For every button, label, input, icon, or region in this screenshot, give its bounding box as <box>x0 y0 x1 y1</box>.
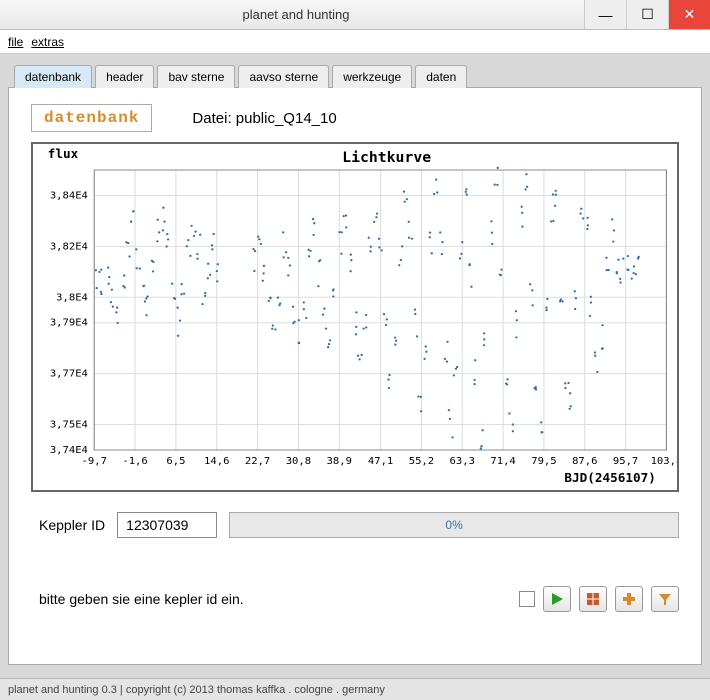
lightcurve-chart: -9,7 -1,6 6,5 14,6 22,7 30,8 38,9 47,1 55,2 63,3 7… <box>31 142 679 492</box>
svg-text:47,1: 47,1 <box>368 455 393 467</box>
plus-icon <box>622 592 636 606</box>
menu-extras[interactable]: extras <box>31 35 64 49</box>
svg-text:-9,7: -9,7 <box>82 455 107 467</box>
window-controls: — ☐ ✕ <box>584 0 710 29</box>
datenbank-badge: datenbank <box>31 104 152 132</box>
menu-file[interactable]: file <box>8 35 23 49</box>
svg-text:3,74E4: 3,74E4 <box>50 444 88 456</box>
svg-text:Lichtkurve: Lichtkurve <box>342 150 431 166</box>
svg-text:3,75E4: 3,75E4 <box>50 419 88 431</box>
svg-text:6,5: 6,5 <box>166 455 185 467</box>
tab-header[interactable]: header <box>95 65 154 88</box>
grid-button[interactable] <box>579 586 607 612</box>
svg-text:3,82E4: 3,82E4 <box>50 241 88 253</box>
window-title: planet and hunting <box>8 7 584 22</box>
content-area: datenbank header bav sterne aavso sterne… <box>0 54 710 678</box>
tab-bav-sterne[interactable]: bav sterne <box>157 65 235 88</box>
funnel-icon <box>658 592 672 606</box>
menubar: file extras <box>0 30 710 54</box>
play-button[interactable] <box>543 586 571 612</box>
add-button[interactable] <box>615 586 643 612</box>
filter-button[interactable] <box>651 586 679 612</box>
svg-text:BJD(2456107): BJD(2456107) <box>564 471 655 485</box>
bottom-row: bitte geben sie eine kepler id ein. <box>31 586 679 612</box>
tab-aavso-sterne[interactable]: aavso sterne <box>238 65 329 88</box>
maximize-button[interactable]: ☐ <box>626 0 668 29</box>
play-icon <box>550 592 564 606</box>
svg-text:3,84E4: 3,84E4 <box>50 190 88 202</box>
tab-daten[interactable]: daten <box>415 65 467 88</box>
keppler-id-input[interactable] <box>117 512 217 538</box>
close-button[interactable]: ✕ <box>668 0 710 29</box>
svg-text:-1,6: -1,6 <box>122 455 147 467</box>
checkbox[interactable] <box>519 591 535 607</box>
panel-datenbank: datenbank Datei: public_Q14_10 -9,7 -1,6 6… <box>8 87 702 665</box>
tabstrip: datenbank header bav sterne aavso sterne… <box>14 64 702 87</box>
status-text: planet and hunting 0.3 | copyright (c) 2… <box>8 684 385 696</box>
svg-text:22,7: 22,7 <box>245 455 270 467</box>
svg-text:63,3: 63,3 <box>450 455 475 467</box>
svg-text:3,77E4: 3,77E4 <box>50 368 88 380</box>
svg-text:14,6: 14,6 <box>204 455 229 467</box>
svg-text:71,4: 71,4 <box>490 455 515 467</box>
grid-icon <box>586 592 600 606</box>
svg-text:103,8: 103,8 <box>651 455 677 467</box>
datei-label: Datei: public_Q14_10 <box>192 110 336 127</box>
svg-text:87,6: 87,6 <box>572 455 597 467</box>
hint-text: bitte geben sie eine kepler id ein. <box>39 591 519 607</box>
keppler-id-label: Keppler ID <box>39 517 105 533</box>
svg-text:flux: flux <box>48 147 79 161</box>
minimize-button[interactable]: — <box>584 0 626 29</box>
progress-bar: 0% <box>229 512 679 538</box>
svg-text:3,79E4: 3,79E4 <box>50 317 88 329</box>
svg-text:79,5: 79,5 <box>531 455 556 467</box>
svg-text:38,9: 38,9 <box>327 455 352 467</box>
keppler-row: Keppler ID 0% <box>31 512 679 538</box>
tab-werkzeuge[interactable]: werkzeuge <box>332 65 412 88</box>
tab-datenbank[interactable]: datenbank <box>14 65 92 88</box>
svg-text:30,8: 30,8 <box>286 455 311 467</box>
progress-text: 0% <box>445 518 462 532</box>
svg-text:3,8E4: 3,8E4 <box>56 292 88 304</box>
svg-text:55,2: 55,2 <box>409 455 434 467</box>
panel-header: datenbank Datei: public_Q14_10 <box>31 104 679 132</box>
statusbar: planet and hunting 0.3 | copyright (c) 2… <box>0 678 710 700</box>
button-group <box>519 586 679 612</box>
svg-text:95,7: 95,7 <box>613 455 638 467</box>
titlebar: planet and hunting — ☐ ✕ <box>0 0 710 30</box>
